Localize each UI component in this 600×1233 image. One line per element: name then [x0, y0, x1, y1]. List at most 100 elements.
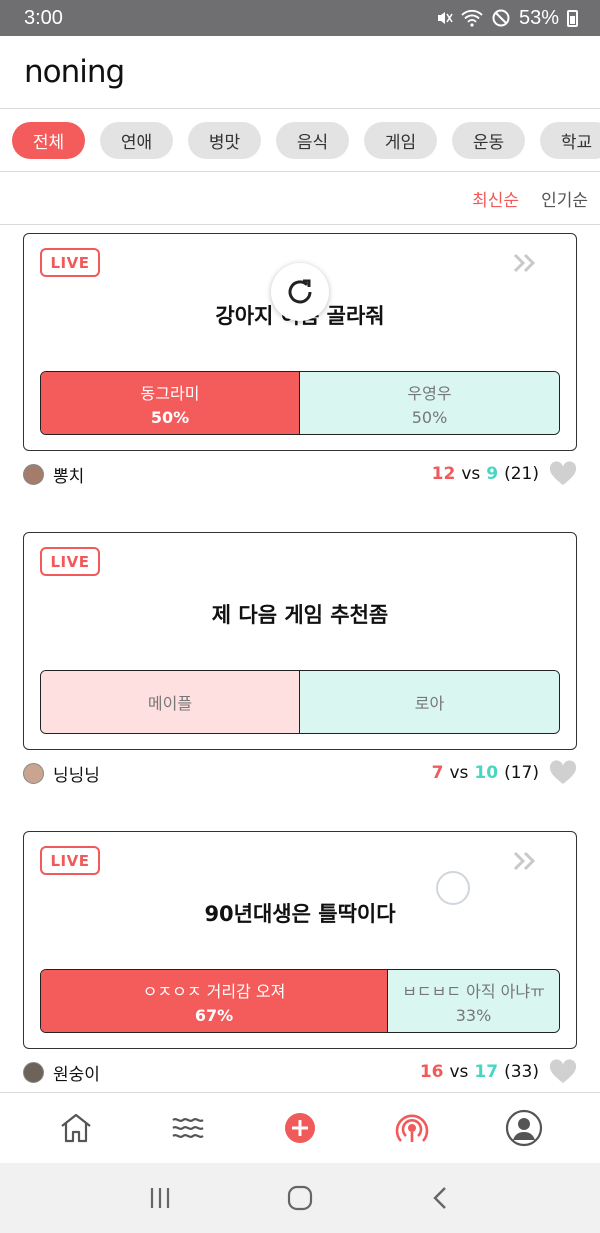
- system-nav-bar: [0, 1163, 600, 1233]
- category-chip-sports[interactable]: 운동: [452, 122, 525, 159]
- option-a-label: 메이플: [147, 694, 193, 713]
- category-chip-all[interactable]: 전체: [12, 122, 85, 159]
- vote-option-a[interactable]: ㅇㅈㅇㅈ 거리감 오져 67%: [41, 970, 389, 1032]
- battery-icon: [567, 9, 578, 27]
- live-badge: LIVE: [40, 547, 100, 576]
- post-author[interactable]: 원숭이: [23, 1060, 100, 1085]
- back-chevron-icon: [433, 1187, 446, 1209]
- score-b: 9: [486, 464, 499, 484]
- option-a-percent: 67%: [194, 1005, 234, 1025]
- feed-waves-icon: [172, 1118, 204, 1138]
- option-a-label: 동그라미: [140, 383, 200, 403]
- nav-feed[interactable]: [158, 1098, 218, 1158]
- live-broadcast-icon: [395, 1114, 429, 1142]
- post-card[interactable]: LIVE 제 다음 게임 추천좀 메이플 로아: [23, 532, 577, 750]
- heart-icon[interactable]: [549, 760, 577, 786]
- refresh-icon: [288, 279, 312, 304]
- category-chip-row: 전체 연애 병맛 음식 게임 운동 학교: [0, 109, 600, 159]
- score-vs: vs: [449, 763, 469, 783]
- score-vs: vs: [461, 464, 481, 484]
- post-author[interactable]: 뽕치: [23, 462, 84, 487]
- author-name: 원숭이: [53, 1064, 100, 1085]
- system-back-button[interactable]: [415, 1173, 465, 1223]
- mute-icon: [437, 12, 453, 24]
- avatar: [23, 463, 44, 485]
- heart-icon[interactable]: [549, 461, 577, 487]
- score-total: (21): [504, 464, 539, 484]
- profile-icon: [505, 1109, 543, 1147]
- vote-score: 7 vs 10 (17): [432, 760, 577, 786]
- category-chip-love[interactable]: 연애: [100, 122, 173, 159]
- live-badge: LIVE: [40, 248, 100, 277]
- app-logo[interactable]: noning: [24, 54, 125, 90]
- system-recents-button[interactable]: [135, 1173, 185, 1223]
- author-name: 뽕치: [53, 466, 85, 487]
- vote-option-b[interactable]: 우영우 50%: [300, 372, 559, 434]
- score-b: 17: [474, 1062, 499, 1082]
- nav-live[interactable]: [382, 1098, 442, 1158]
- vote-option-a[interactable]: 동그라미 50%: [41, 372, 300, 434]
- app-header: noning: [0, 36, 600, 109]
- vote-score: 12 vs 9 (21): [432, 461, 577, 487]
- option-a-label: ㅇㅈㅇㅈ 거리감 오져: [142, 981, 286, 1001]
- post-feed[interactable]: LIVE 강아지 이름 골라줘 동그라미 50% 우영우 50% 뽕치 12 v…: [0, 226, 600, 1092]
- post-card[interactable]: LIVE 90년대생은 틀딱이다 ㅇㅈㅇㅈ 거리감 오져 67% ㅂㄷㅂㄷ 아직…: [23, 831, 577, 1049]
- category-chip-food[interactable]: 음식: [276, 122, 349, 159]
- vote-bar: ㅇㅈㅇㅈ 거리감 오져 67% ㅂㄷㅂㄷ 아직 아냐ㅠ 33%: [40, 969, 560, 1033]
- score-a: 7: [431, 763, 444, 783]
- sort-popular-button[interactable]: 인기순: [541, 186, 588, 211]
- option-b-label: 우영우: [407, 383, 452, 403]
- wifi-icon: [461, 9, 483, 27]
- avatar: [23, 762, 44, 784]
- status-time: 3:00: [24, 6, 63, 29]
- system-home-button[interactable]: [275, 1173, 325, 1223]
- nav-add-post[interactable]: [270, 1098, 330, 1158]
- avatar: [23, 1061, 44, 1083]
- vote-score: 16 vs 17 (33): [420, 1059, 577, 1085]
- post-title: 제 다음 게임 추천좀: [211, 603, 389, 627]
- post-meta: 닝닝닝 7 vs 10 (17): [23, 758, 577, 788]
- category-chip-silly[interactable]: 병맛: [188, 122, 261, 159]
- refresh-indicator: [271, 263, 329, 321]
- post-meta: 뽕치 12 vs 9 (21): [23, 459, 577, 489]
- author-name: 닝닝닝: [53, 765, 100, 786]
- post-author[interactable]: 닝닝닝: [23, 761, 100, 786]
- home-icon: [61, 1113, 91, 1143]
- score-a: 12: [431, 464, 456, 484]
- status-icons: 53%: [435, 7, 578, 30]
- double-chevron-right-icon[interactable]: [512, 252, 538, 274]
- post-meta: 원숭이 16 vs 17 (33): [23, 1057, 577, 1087]
- option-b-percent: 33%: [455, 1005, 492, 1025]
- score-total: (17): [504, 763, 539, 783]
- add-post-icon: [285, 1113, 315, 1143]
- category-chip-game[interactable]: 게임: [364, 122, 437, 159]
- recents-icon: [150, 1188, 170, 1208]
- score-vs: vs: [449, 1062, 469, 1082]
- option-b-label: ㅂㄷㅂㄷ 아직 아냐ㅠ: [402, 981, 545, 1001]
- live-badge: LIVE: [40, 846, 100, 875]
- battery-percent: 53%: [518, 6, 559, 29]
- heart-icon[interactable]: [549, 1059, 577, 1085]
- category-chip-school[interactable]: 학교: [540, 122, 600, 159]
- vote-bar: 동그라미 50% 우영우 50%: [40, 371, 560, 435]
- no-disturb-icon: [492, 9, 510, 27]
- vote-option-b[interactable]: 로아: [300, 671, 559, 733]
- loading-spinner-icon: [436, 871, 470, 905]
- double-chevron-right-icon[interactable]: [512, 850, 538, 872]
- vote-option-b[interactable]: ㅂㄷㅂㄷ 아직 아냐ㅠ 33%: [388, 970, 559, 1032]
- post-title: 90년대생은 틀딱이다: [204, 902, 396, 926]
- option-b-percent: 50%: [411, 407, 448, 427]
- home-circle-icon: [287, 1185, 313, 1211]
- nav-profile[interactable]: [494, 1098, 554, 1158]
- sort-latest-button[interactable]: 최신순: [472, 186, 519, 211]
- status-bar: 3:00 53%: [0, 0, 600, 36]
- category-bar: 전체 연애 병맛 음식 게임 운동 학교: [0, 109, 600, 172]
- score-b: 10: [474, 763, 499, 783]
- option-b-label: 로아: [414, 694, 445, 713]
- score-total: (33): [504, 1062, 539, 1082]
- vote-option-a[interactable]: 메이플: [41, 671, 300, 733]
- score-a: 16: [419, 1062, 444, 1082]
- vote-bar: 메이플 로아: [40, 670, 560, 734]
- sort-bar: 최신순 인기순: [0, 172, 600, 225]
- nav-home[interactable]: [46, 1098, 106, 1158]
